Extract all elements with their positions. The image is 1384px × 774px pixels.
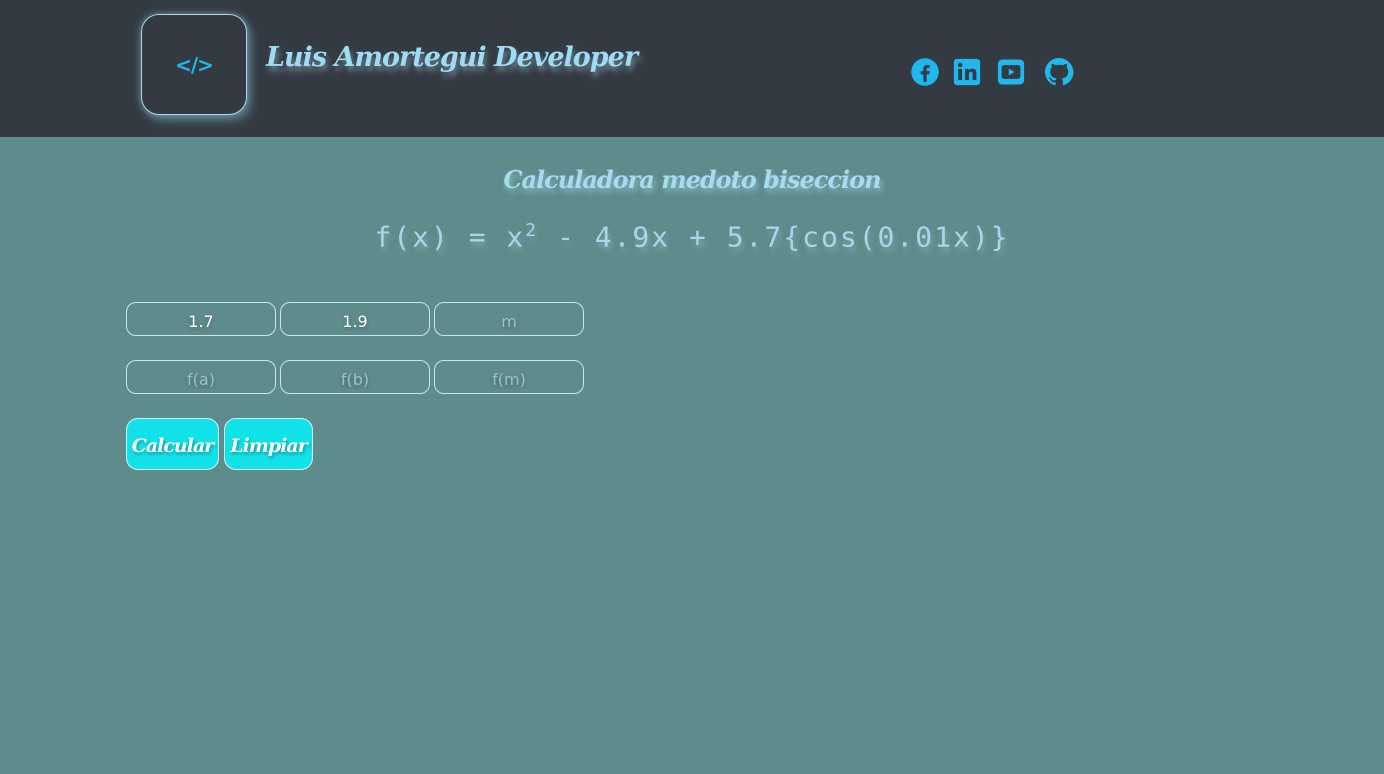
clear-button[interactable]: Limpiar: [224, 418, 313, 470]
input-b[interactable]: [280, 302, 430, 336]
site-header: </> Luis Amortegui Developer: [0, 0, 1384, 137]
calculate-button[interactable]: Calcular: [126, 418, 219, 470]
input-a[interactable]: [126, 302, 276, 336]
input-fa[interactable]: [126, 360, 276, 394]
formula: f(x) = x2 - 4.9x + 5.7{cos(0.01x)}: [0, 220, 1384, 253]
input-fm[interactable]: [434, 360, 584, 394]
logo-button[interactable]: </>: [141, 14, 247, 115]
youtube-link[interactable]: [995, 56, 1027, 88]
github-icon: [1045, 58, 1074, 86]
input-m[interactable]: [434, 302, 584, 336]
facebook-link[interactable]: [909, 56, 941, 88]
youtube-icon: [997, 59, 1025, 85]
formula-prefix: f(x) = x: [374, 220, 526, 254]
brand-name: Luis Amortegui Developer: [266, 42, 638, 73]
code-icon: </>: [175, 52, 214, 77]
input-fb[interactable]: [280, 360, 430, 394]
github-link[interactable]: [1043, 56, 1075, 88]
formula-suffix: - 4.9x + 5.7{cos(0.01x)}: [538, 220, 1010, 254]
facebook-icon: [911, 58, 939, 86]
linkedin-link[interactable]: [951, 56, 983, 88]
linkedin-icon: [953, 58, 981, 86]
page-title: Calculadora medoto biseccion: [503, 165, 881, 194]
formula-exponent: 2: [525, 220, 539, 241]
